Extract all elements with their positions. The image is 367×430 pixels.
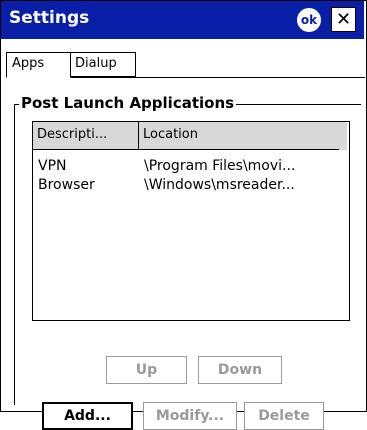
applications-list[interactable]: Descripti... Location VPN \Program Files… <box>32 121 350 321</box>
item-description: Browser <box>38 177 95 193</box>
item-location: \Windows\msreader... <box>144 177 295 193</box>
add-button[interactable]: Add... <box>42 402 133 430</box>
list-item[interactable]: Browser \Windows\msreader... <box>33 177 347 195</box>
item-location: \Program Files\movi... <box>144 158 296 174</box>
tab-dialup[interactable]: Dialup <box>70 52 136 77</box>
list-item[interactable]: VPN \Program Files\movi... <box>33 158 347 176</box>
item-description: VPN <box>38 158 67 174</box>
title-bar: Settings ok ✕ <box>1 1 364 39</box>
up-button[interactable]: Up <box>106 356 187 384</box>
list-header: Descripti... Location <box>33 122 347 150</box>
modify-button[interactable]: Modify... <box>143 402 237 430</box>
delete-button[interactable]: Delete <box>244 402 324 430</box>
window-title: Settings <box>9 8 90 28</box>
column-header-location[interactable]: Location <box>139 122 339 150</box>
close-button[interactable]: ✕ <box>331 7 356 32</box>
down-button[interactable]: Down <box>198 356 282 384</box>
tab-apps[interactable]: Apps <box>6 52 71 78</box>
group-title: Post Launch Applications <box>19 94 237 112</box>
ok-button[interactable]: ok <box>297 8 321 32</box>
column-header-description[interactable]: Descripti... <box>33 122 139 150</box>
tab-divider <box>70 77 365 78</box>
